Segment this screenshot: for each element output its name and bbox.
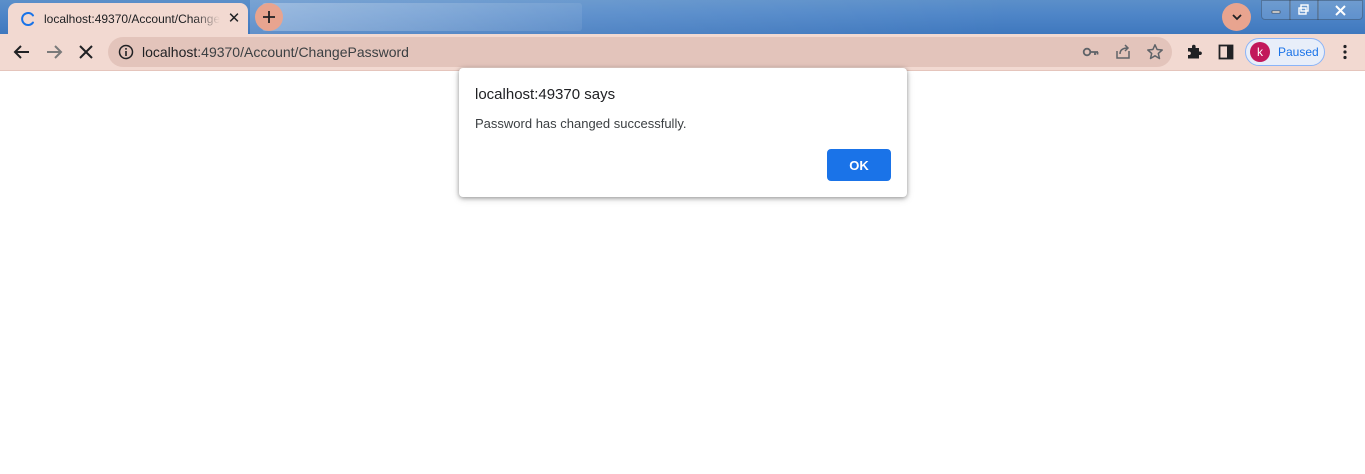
- forward-button[interactable]: [39, 37, 69, 67]
- restore-button[interactable]: [1289, 0, 1319, 20]
- url-host: localhost: [142, 44, 198, 60]
- side-panel-button[interactable]: [1211, 37, 1241, 67]
- close-window-button[interactable]: [1317, 0, 1363, 20]
- menu-button[interactable]: [1330, 37, 1360, 67]
- tab-strip: localhost:49370/Account/ChangePassword ✕: [0, 0, 1365, 34]
- minimize-button[interactable]: [1261, 0, 1291, 20]
- profile-status: Paused: [1278, 45, 1319, 59]
- address-bar[interactable]: localhost:49370/Account/ChangePassword: [108, 37, 1172, 67]
- url-text: localhost:49370/Account/ChangePassword: [142, 44, 409, 60]
- new-tab-button[interactable]: [255, 3, 283, 31]
- url-path: :49370/Account/ChangePassword: [197, 44, 409, 60]
- minimize-icon: [1271, 10, 1281, 14]
- avatar: k: [1250, 42, 1270, 62]
- tab-title: localhost:49370/Account/ChangePassword: [44, 11, 220, 26]
- plus-icon: [263, 11, 275, 23]
- alert-dialog: localhost:49370 says Password has change…: [459, 68, 907, 197]
- stop-loading-button[interactable]: [71, 37, 101, 67]
- side-panel-icon: [1218, 44, 1234, 60]
- tab-close-icon[interactable]: ✕: [226, 10, 242, 27]
- stop-x-icon: [79, 45, 93, 59]
- key-icon[interactable]: [1082, 43, 1100, 61]
- dialog-title: localhost:49370 says: [475, 86, 616, 103]
- dialog-message: Password has changed successfully.: [475, 116, 687, 131]
- ok-button[interactable]: OK: [827, 149, 891, 181]
- loading-spinner-icon: [20, 11, 36, 27]
- site-info-icon[interactable]: [118, 44, 134, 60]
- profile-button[interactable]: k Paused: [1245, 38, 1325, 66]
- browser-toolbar: localhost:49370/Account/ChangePassword k…: [0, 34, 1365, 71]
- close-icon: [1334, 4, 1346, 16]
- back-button[interactable]: [7, 37, 37, 67]
- share-icon[interactable]: [1114, 43, 1132, 61]
- background-window-title: [262, 3, 582, 31]
- tab-active[interactable]: localhost:49370/Account/ChangePassword ✕: [8, 3, 248, 34]
- kebab-menu-icon: [1343, 44, 1347, 60]
- chevron-down-icon: [1231, 14, 1242, 21]
- forward-arrow-icon: [47, 45, 63, 59]
- tab-search-button[interactable]: [1222, 3, 1251, 31]
- extensions-button[interactable]: [1179, 37, 1209, 67]
- bookmark-star-icon[interactable]: [1146, 43, 1164, 61]
- puzzle-piece-icon: [1188, 44, 1202, 59]
- back-arrow-icon: [13, 45, 29, 59]
- restore-icon: [1298, 4, 1309, 15]
